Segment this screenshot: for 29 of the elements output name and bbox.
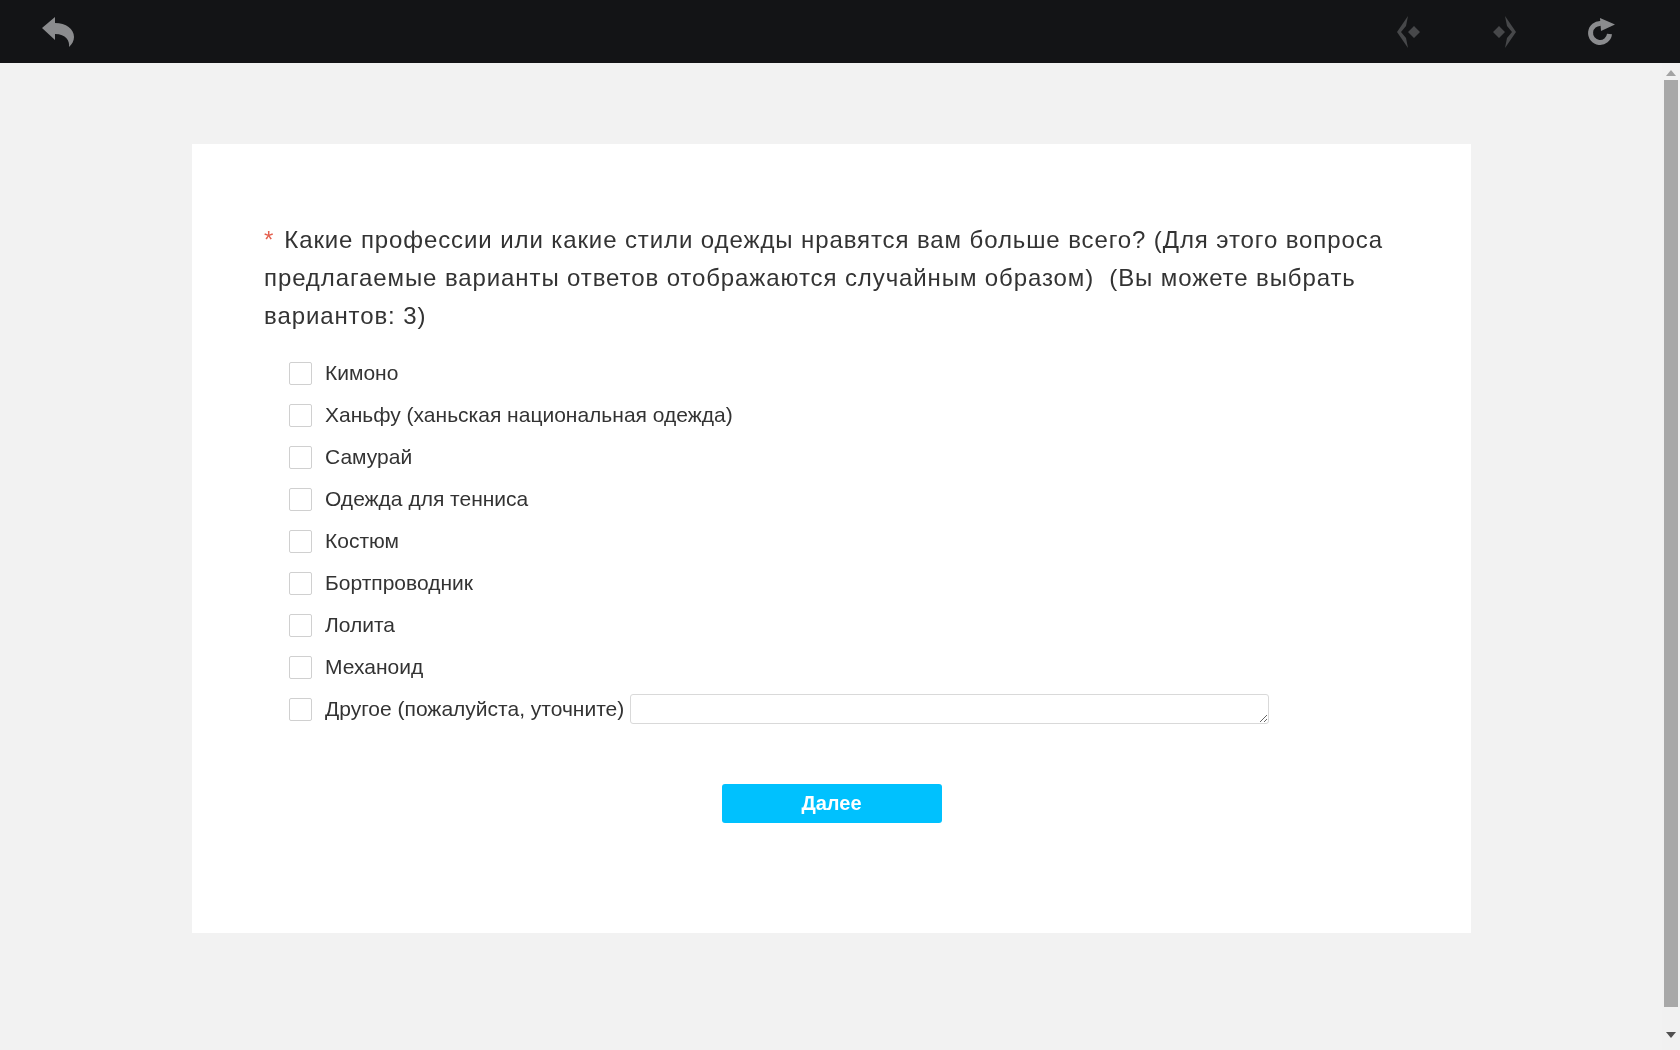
question-text: * Какие профессии или какие стили одежды нравятся вам больше всего? (Для этого вопроса предлагаемые варианты ответов отображаются случайным образом) (Вы можете выбрать вариантов: 3) [264,225,1384,331]
scrollbar-thumb[interactable] [1664,80,1678,1007]
option-label[interactable]: Самурай [325,445,413,469]
checkbox[interactable] [289,487,312,511]
checkbox[interactable] [289,445,312,469]
back-button[interactable] [42,17,74,47]
checkbox[interactable] [289,529,312,553]
checkbox[interactable] [289,361,312,385]
checkbox[interactable] [289,403,312,427]
right-chevron-icon [1492,15,1516,48]
left-chevron-icon [1397,15,1421,48]
option-label[interactable]: Другое (пожалуйста, уточните) [325,697,625,721]
scroll-up-arrow-icon [1666,70,1676,76]
back-arrow-icon [42,17,74,47]
other-text-field[interactable] [630,694,1270,724]
checkbox[interactable] [289,697,312,721]
scroll-down-arrow-icon [1666,1032,1676,1038]
option-label[interactable]: Бортпроводник [325,571,473,595]
option-label[interactable]: Костюм [325,529,399,553]
option-label[interactable]: Лолита [325,613,396,637]
checkbox[interactable] [289,655,312,679]
option-label[interactable]: Кимоно [325,361,399,385]
checkbox[interactable] [289,613,312,637]
option-label[interactable]: Ханьфу (ханьская национальная одежда) [325,403,733,427]
refresh-icon [1587,17,1615,46]
option-label[interactable]: Механоид [325,655,424,679]
refresh-button[interactable] [1587,17,1615,46]
checkbox[interactable] [289,571,312,595]
option-label[interactable]: Одежда для тенниса [325,487,529,511]
